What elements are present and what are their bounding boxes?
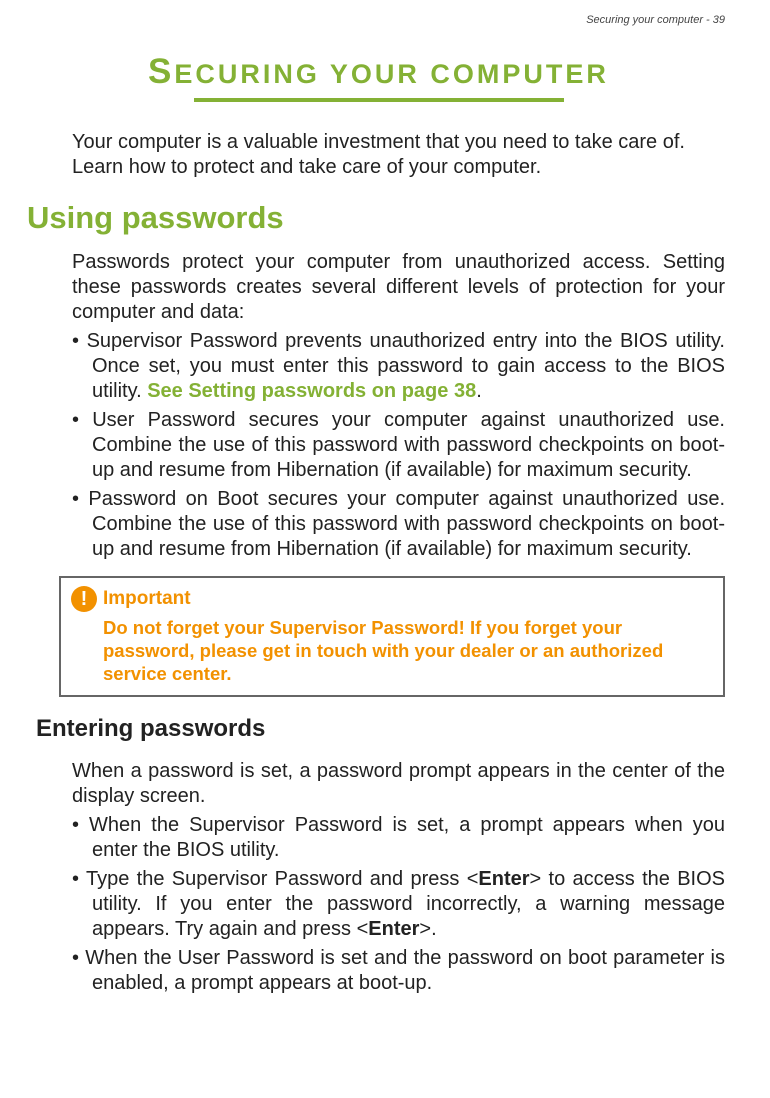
- page-header-label: Securing your computer - 39: [586, 14, 725, 26]
- chapter-title-rest: ECURING YOUR COMPUTER: [174, 59, 609, 89]
- bullet-text-suffix: .: [476, 380, 482, 402]
- section-heading-using-passwords: Using passwords: [27, 200, 725, 236]
- section-heading-entering-passwords: Entering passwords: [36, 715, 725, 743]
- section1-bullet-list: Supervisor Password prevents unauthorize…: [72, 329, 725, 562]
- section1-paragraph: Passwords protect your computer from una…: [72, 250, 725, 325]
- list-item: Supervisor Password prevents unauthorize…: [72, 329, 725, 404]
- important-header-row: ! Important: [71, 586, 713, 612]
- bullet-text-suffix: >.: [419, 918, 436, 940]
- key-name: Enter: [368, 918, 419, 940]
- important-text: Do not forget your Supervisor Password! …: [103, 616, 713, 685]
- list-item: When the User Password is set and the pa…: [72, 946, 725, 996]
- chapter-title-first-letter: S: [148, 52, 174, 91]
- section2-bullet-list: When the Supervisor Password is set, a p…: [72, 813, 725, 996]
- cross-reference-link[interactable]: See Setting passwords on page 38: [147, 380, 476, 402]
- section2-paragraph: When a password is set, a password promp…: [72, 759, 725, 809]
- bullet-text-prefix: Type the Supervisor Password and press <: [86, 868, 478, 890]
- important-callout-box: ! Important Do not forget your Superviso…: [59, 576, 725, 697]
- key-name: Enter: [478, 868, 529, 890]
- intro-paragraph: Your computer is a valuable investment t…: [72, 130, 725, 180]
- warning-icon: !: [71, 586, 97, 612]
- list-item: When the Supervisor Password is set, a p…: [72, 813, 725, 863]
- list-item: User Password secures your computer agai…: [72, 408, 725, 483]
- chapter-title: SECURING YOUR COMPUTER: [32, 52, 725, 92]
- chapter-title-underline: [194, 98, 564, 102]
- list-item: Password on Boot secures your computer a…: [72, 487, 725, 562]
- list-item: Type the Supervisor Password and press <…: [72, 867, 725, 942]
- important-title: Important: [103, 588, 191, 610]
